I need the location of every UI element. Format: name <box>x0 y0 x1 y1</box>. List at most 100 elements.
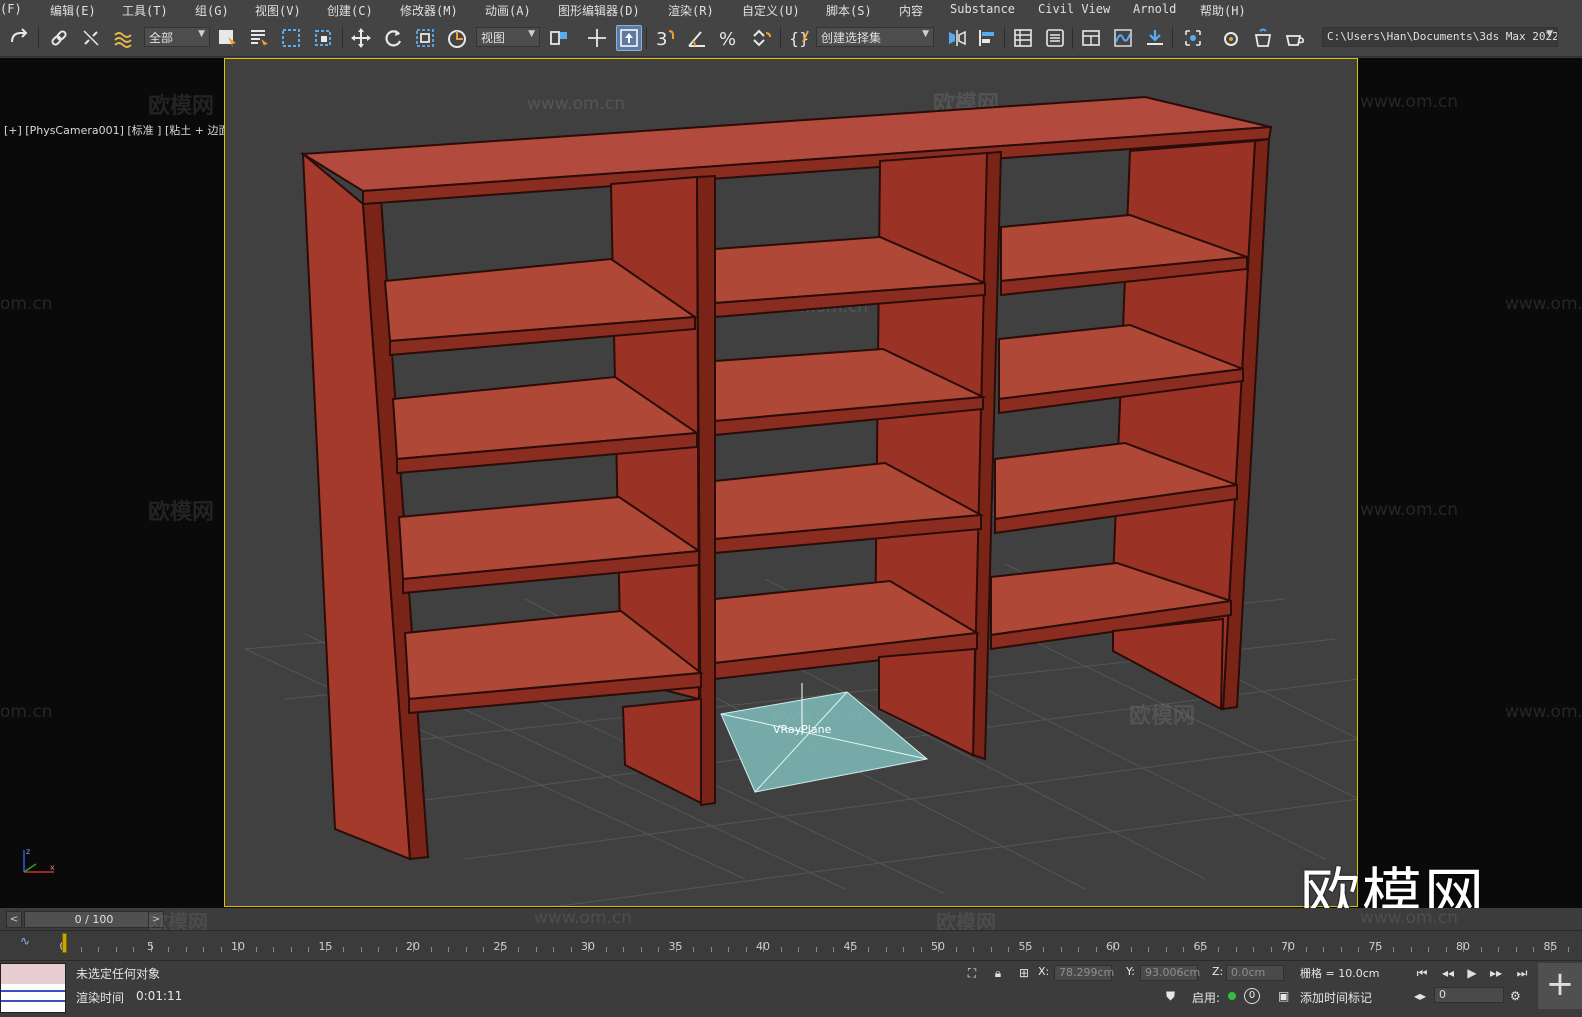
x-coordinate-field[interactable]: 78.299cm <box>1054 965 1114 981</box>
menu-item[interactable]: 修改器(M) <box>400 2 458 19</box>
viewport-label[interactable]: [+] [PhysCamera001] [标准 ] [粘土 + 边面 ] <box>4 122 237 138</box>
menu-item[interactable]: 动画(A) <box>485 2 531 19</box>
key-mode-icon[interactable]: ◂▸ <box>1414 989 1426 1003</box>
scale-icon[interactable] <box>412 25 438 51</box>
menu-item[interactable]: 视图(V) <box>255 2 301 19</box>
time-slider[interactable]: 0 / 100 <box>24 911 164 928</box>
watermark: 欧模网 <box>148 500 215 525</box>
edit-named-selection-icon[interactable]: {} <box>786 25 812 51</box>
maxscript-mini-listener[interactable] <box>0 963 66 1013</box>
enable-label: 启用: <box>1192 991 1221 1005</box>
previous-frame-icon[interactable]: ◂◂ <box>1438 964 1458 982</box>
watermark-url: www.om.cn <box>1505 294 1582 314</box>
reference-coordinate-dropdown[interactable]: 视图 ▼ <box>476 27 540 47</box>
track-bar[interactable]: ∿ 0510152025303540455055606570758085 <box>0 930 1582 960</box>
menu-item[interactable]: 组(G) <box>195 2 229 19</box>
timeline-tick <box>1183 947 1184 952</box>
watermark-url: om.cn <box>0 702 53 722</box>
select-object-icon[interactable] <box>214 25 240 51</box>
current-frame-field[interactable]: 0 <box>1434 987 1504 1003</box>
project-path-dropdown[interactable]: C:\Users\Han\Documents\3ds Max 2022 ▼ <box>1322 27 1558 47</box>
time-tag-icon[interactable]: ▣ <box>1278 989 1289 1003</box>
spinner-snap-icon[interactable] <box>748 25 774 51</box>
angle-snap-icon[interactable] <box>684 25 710 51</box>
named-selection-dropdown[interactable]: 创建选择集 ▼ <box>816 27 934 47</box>
z-coordinate-field[interactable]: 0.0cm <box>1226 965 1284 981</box>
timeline-tick <box>605 947 607 952</box>
rect-selection-region-icon[interactable] <box>278 25 304 51</box>
go-to-start-icon[interactable]: ⏮ <box>1412 964 1432 982</box>
rotate-icon[interactable] <box>380 25 406 51</box>
rendered-frame-window-icon[interactable] <box>1250 25 1276 51</box>
x-label: X: <box>1038 965 1050 978</box>
redo-icon[interactable] <box>6 25 32 51</box>
prev-frame-button[interactable]: < <box>6 911 22 928</box>
perspective-viewport[interactable]: 欧模网 欧模网 欧模网 欧模网 欧模网 欧模网 www.om.cn www.om… <box>224 58 1358 907</box>
menu-item[interactable]: 脚本(S) <box>826 2 872 19</box>
align-icon[interactable] <box>974 25 1000 51</box>
snaps-toggle-icon[interactable]: 3 <box>652 25 678 51</box>
timeline-tick <box>1515 947 1517 952</box>
isolate-selection-icon[interactable]: ⛶ <box>962 964 982 982</box>
menu-item[interactable]: (F) <box>0 2 22 16</box>
pivot-center-icon[interactable] <box>546 25 572 51</box>
selection-lock-icon[interactable]: 🔒︎ <box>988 964 1008 982</box>
ribbon-toggle-icon[interactable] <box>1078 25 1104 51</box>
play-icon[interactable]: ▶ <box>1462 964 1482 982</box>
time-configuration-icon[interactable]: ⚙︎ <box>1510 989 1521 1003</box>
watermark-url: www.om.cn <box>1360 92 1459 112</box>
next-frame-icon[interactable]: ▸▸ <box>1486 964 1506 982</box>
selection-filter-dropdown[interactable]: 全部 ▼ <box>144 27 210 47</box>
timeline-tick <box>290 947 292 952</box>
window-crossing-icon[interactable] <box>310 25 336 51</box>
enable-count-badge[interactable]: 0 <box>1244 988 1260 1004</box>
menu-item[interactable]: 帮助(H) <box>1200 2 1246 19</box>
menu-item[interactable]: 内容 <box>899 2 923 19</box>
timeline-tick <box>693 947 694 952</box>
menu-bar: (F) 编辑(E) 工具(T) 组(G) 视图(V) 创建(C) 修改器(M) 动画(A) 图形… <box>0 0 1582 19</box>
y-coordinate-field[interactable]: 93.006cm <box>1140 965 1200 981</box>
menu-item[interactable]: Civil View <box>1038 2 1110 16</box>
watermark-url: www.om.cn <box>1505 702 1582 722</box>
timeline-tick <box>570 947 572 952</box>
curve-editor-mini-icon[interactable]: ∿ <box>20 934 30 948</box>
time-cursor[interactable] <box>62 933 67 953</box>
unlink-icon[interactable] <box>78 25 104 51</box>
timeline-tick <box>973 947 974 952</box>
material-editor-icon[interactable] <box>1180 25 1206 51</box>
render-setup-icon[interactable] <box>1218 25 1244 51</box>
move-icon[interactable] <box>348 25 374 51</box>
menu-item[interactable]: 工具(T) <box>122 2 168 19</box>
select-manipulate-icon[interactable] <box>584 25 610 51</box>
menu-item[interactable]: 创建(C) <box>327 2 373 19</box>
keyboard-shortcut-override-icon[interactable] <box>616 25 642 51</box>
scene-explorer-icon[interactable] <box>1010 25 1036 51</box>
schematic-view-icon[interactable] <box>1142 25 1168 51</box>
layer-explorer-icon[interactable] <box>1042 25 1068 51</box>
scene-render: 欧模网 欧模网 欧模网 欧模网 欧模网 欧模网 www.om.cn www.om… <box>244 91 1357 906</box>
percent-snap-icon[interactable]: % <box>716 25 742 51</box>
menu-item[interactable]: 自定义(U) <box>742 2 800 19</box>
select-by-name-icon[interactable] <box>246 25 272 51</box>
adaptive-degradation-icon[interactable]: ⛊ <box>1166 989 1175 1004</box>
mirror-icon[interactable] <box>944 25 970 51</box>
link-icon[interactable] <box>46 25 72 51</box>
menu-item[interactable]: 图形编辑器(D) <box>558 2 640 19</box>
place-icon[interactable] <box>444 25 470 51</box>
absolute-mode-icon[interactable]: ⊞ <box>1014 964 1034 982</box>
menu-item[interactable]: Substance <box>950 2 1015 16</box>
bind-space-warp-icon[interactable] <box>110 25 136 51</box>
menu-item[interactable]: 渲染(R) <box>668 2 714 19</box>
svg-text:x: x <box>50 863 55 872</box>
watermark-url: om.cn <box>0 294 53 314</box>
vrayplane-label[interactable]: VRayPlane <box>773 723 831 736</box>
curve-editor-icon[interactable] <box>1110 25 1136 51</box>
add-time-tag[interactable]: 添加时间标记 <box>1300 989 1372 1006</box>
menu-item[interactable]: Arnold <box>1133 2 1176 16</box>
timeline-tick <box>308 947 309 952</box>
timeline-tick <box>1410 947 1412 952</box>
viewport-navigation-plus-button[interactable]: + <box>1538 963 1582 1009</box>
go-to-end-icon[interactable]: ⏭ <box>1512 964 1532 982</box>
menu-item[interactable]: 编辑(E) <box>50 2 96 19</box>
render-production-icon[interactable] <box>1282 25 1308 51</box>
